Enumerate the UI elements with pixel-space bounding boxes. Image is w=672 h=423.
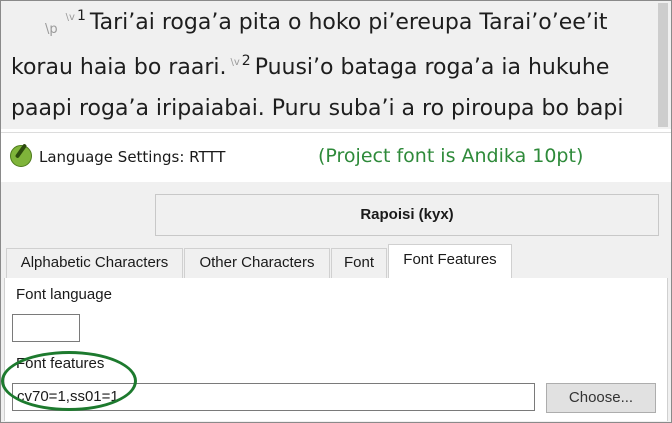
verse-number: 2 xyxy=(241,53,251,69)
scrollbar-thumb[interactable] xyxy=(658,3,668,127)
paragraph-marker: \p xyxy=(45,22,58,37)
scripture-text-area[interactable]: \p\v 1 Tari’ai roga’a pita o hoko pi’ereup… xyxy=(1,1,671,129)
scripture-line-1: \p \v 1 Tari’ai roga’a pita o hoko pi’ereup… xyxy=(45,8,608,37)
verse-text: Tari’ai roga’a pita o hoko pi’ereupa Tar… xyxy=(89,10,608,35)
verse-text: korau haia bo raari. xyxy=(11,55,227,80)
choose-button[interactable]: Choose... xyxy=(546,383,656,413)
annotation-note: (Project font is Andika 10pt) xyxy=(318,145,584,167)
vertical-scrollbar[interactable] xyxy=(654,1,671,129)
settings-tab-strip: Alphabetic Characters Other Characters F… xyxy=(4,244,668,279)
verse-text: Puusi’o bataga roga’a ia hukuhe xyxy=(254,55,610,80)
dialog-title: Language Settings: RTTT xyxy=(39,148,226,166)
project-language-button[interactable]: Rapoisi (kyx) xyxy=(155,194,659,236)
tab-other-characters[interactable]: Other Characters xyxy=(184,248,330,278)
verse-text: paapi roga’a iripaiabai. Puru suba’i a r… xyxy=(11,96,624,121)
font-language-input[interactable] xyxy=(12,314,80,342)
tab-font-features[interactable]: Font Features xyxy=(388,244,512,279)
tab-alphabetic-characters[interactable]: Alphabetic Characters xyxy=(6,248,183,278)
font-features-input[interactable]: cv70=1,ss01=1 xyxy=(12,383,535,411)
paratext-app-icon xyxy=(10,145,32,167)
scripture-line-3: paapi roga’a iripaiabai. Puru suba’i a r… xyxy=(11,96,623,121)
screenshot-frame: \p\v 1 Tari’ai roga’a pita o hoko pi’ereup… xyxy=(0,0,672,423)
verse-number: 1 xyxy=(76,8,86,24)
verse-marker: \v xyxy=(65,12,75,23)
font-features-label: Font features xyxy=(16,355,105,372)
scripture-line-2: korau haia bo raari. \v 2 Puusi’o bataga ro… xyxy=(11,53,610,80)
verse-marker: \v xyxy=(230,57,240,68)
font-language-label: Font language xyxy=(16,286,112,303)
tab-font[interactable]: Font xyxy=(331,248,387,278)
